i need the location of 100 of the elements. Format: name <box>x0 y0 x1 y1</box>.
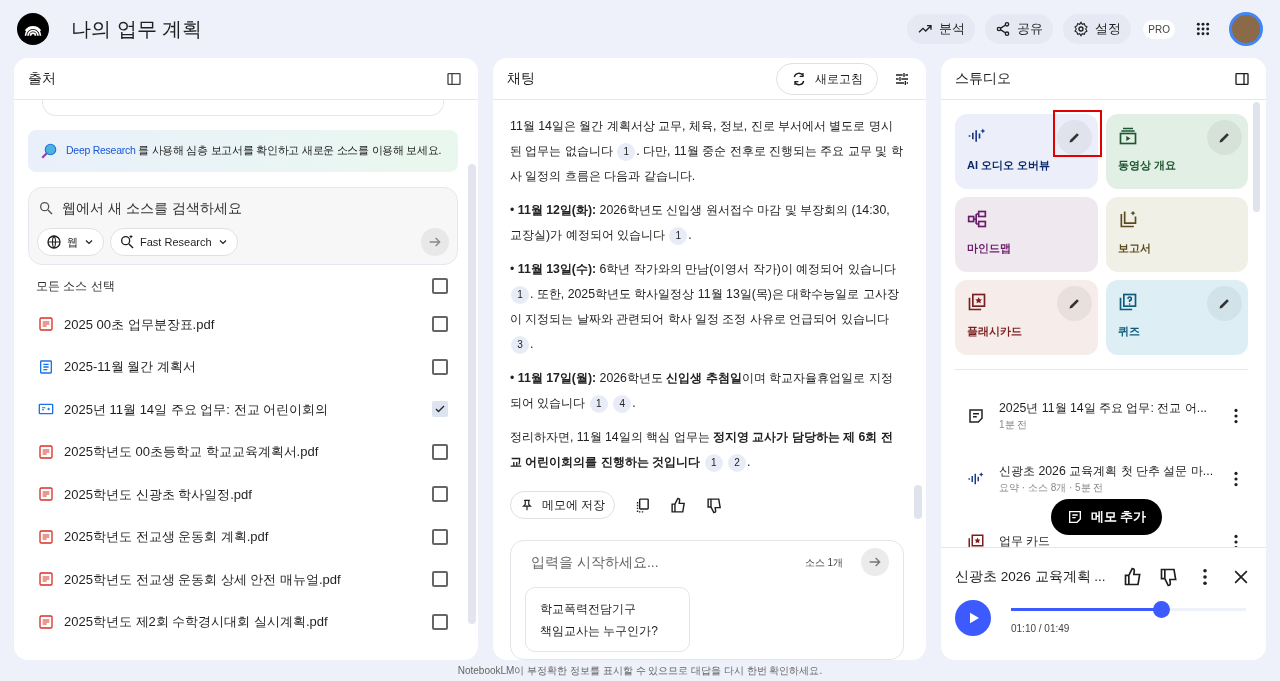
send-button[interactable] <box>861 548 889 576</box>
more-icon <box>1234 533 1238 547</box>
citation-chip[interactable]: 1 <box>617 142 636 161</box>
playback-time: 01:10 / 01:49 <box>1011 622 1071 636</box>
citation-chip[interactable]: 4 <box>613 394 632 413</box>
thumbs-down-button[interactable] <box>705 496 724 514</box>
response-paragraph: • 11월 13일(수): 6학년 작가와의 만남(이영서 작가)이 예정되어 있습니다 1 . 또한, 2025학년도 학사일정상 11월 13일(목)은 대학수능일로 고사장이 지정되는 날짜와 관련되어 학사 일정 조정 사유로 언급되어 있습니다 3 . <box>510 257 904 357</box>
studio-tile[interactable]: 보고서 <box>1105 197 1248 272</box>
source-item[interactable]: 2025학년도 00초등학교 학교교육계획서.pdf <box>28 430 458 473</box>
flashcard-icon <box>967 532 985 547</box>
research-mode-dropdown[interactable]: Fast Research <box>110 228 238 256</box>
edit-button[interactable] <box>1056 120 1092 155</box>
add-note-button[interactable]: 메모 추가 <box>1051 499 1163 535</box>
suggested-question[interactable]: 학교폭력전담기구 책임교사는 누구인가? <box>525 587 690 652</box>
response-paragraph: 11월 14일은 월간 계획서상 교무, 체육, 정보, 진로 부서에서 별도로 명시된 업무는 없습니다 1 . 다만, 11월 중순 전후로 진행되는 주요 교무 및 학사 일정의 흐름은 다음과 같습니다. <box>510 118 904 185</box>
web-search-field[interactable]: 웹에서 새 소스를 검색하세요 <box>62 197 448 219</box>
quiz-icon <box>1117 292 1138 312</box>
scrollbar-thumb[interactable] <box>1253 102 1260 212</box>
plan-badge: PRO <box>1143 19 1175 39</box>
select-all-label: 모든 소스 선택 <box>36 278 116 295</box>
note-icon <box>1067 509 1083 525</box>
source-item[interactable]: 2025학년도 신광초 학사일정.pdf <box>28 473 458 516</box>
more-icon <box>1203 568 1207 586</box>
globe-icon <box>46 234 62 250</box>
studio-tile[interactable]: 플래시카드 <box>955 280 1098 355</box>
response-paragraph: • 11월 17일(월): 2026학년도 신입생 추첨일이며 학교자율휴업일로 지정되어 있습니다 1 4 . <box>510 366 904 416</box>
thumbs-down-icon <box>1159 567 1179 587</box>
search-icon <box>38 200 54 216</box>
sidebar-icon <box>446 70 462 87</box>
studio-tile[interactable]: 퀴즈 <box>1105 280 1248 355</box>
source-item[interactable]: 2025학년도 제2회 수학경시대회 실시계획.pdf <box>28 600 458 643</box>
refresh-icon <box>791 70 807 87</box>
citation-chip[interactable]: 2 <box>728 453 747 472</box>
panel-title: 스튜디오 <box>955 69 1011 88</box>
pin-icon <box>520 498 534 512</box>
flashcard-icon <box>967 292 987 312</box>
edit-button[interactable] <box>1056 286 1092 321</box>
sparkle-search-icon <box>119 234 135 250</box>
checkbox[interactable] <box>432 571 448 588</box>
note-title[interactable]: 신광초 2026 교육계획 첫 단추 설문 마... <box>999 461 1214 481</box>
note-meta: 요약 · 소스 8개 · 5분 전 <box>999 481 1104 496</box>
checkbox[interactable] <box>432 358 448 375</box>
checkbox[interactable] <box>432 613 448 630</box>
edit-button[interactable] <box>1207 120 1242 155</box>
checkbox[interactable] <box>432 278 448 294</box>
scrollbar-thumb[interactable] <box>914 485 922 519</box>
banner-text: Deep Research 를 사용해 심층 보고서를 확인하고 새로운 소스를 이용해 보세요. <box>66 143 442 159</box>
pdf-file-icon <box>38 486 54 503</box>
disclaimer-text: NotebookLM이 부정확한 정보를 표시할 수 있으므로 대답을 다시 한번 확인하세요. <box>456 664 824 678</box>
thumbs-up-button[interactable] <box>669 496 688 514</box>
note-title[interactable]: 2025년 11월 14일 주요 업무: 전교 어... <box>999 398 1207 418</box>
video-icon <box>1117 126 1138 146</box>
play-button[interactable] <box>955 600 991 636</box>
chat-input-field[interactable]: 입력을 시작하세요... <box>525 548 805 576</box>
note-icon <box>967 406 985 425</box>
progress-track[interactable] <box>1011 601 1246 618</box>
pdf-file-icon <box>38 443 54 460</box>
source-count: 소스 1개 <box>804 555 843 570</box>
checkbox[interactable] <box>432 443 448 460</box>
citation-chip[interactable]: 1 <box>511 285 529 304</box>
share-icon <box>995 21 1012 37</box>
source-item[interactable]: 2025 00초 업무분장표.pdf <box>28 303 458 346</box>
citation-chip[interactable]: 3 <box>511 335 529 354</box>
more-icon <box>1234 407 1238 424</box>
edit-button[interactable] <box>1207 286 1242 321</box>
magnifier-icon <box>40 142 58 160</box>
citation-chip[interactable]: 1 <box>704 453 723 472</box>
pdf-file-icon <box>38 528 54 545</box>
thumbs-up-button[interactable] <box>1122 566 1144 588</box>
thumbs-down-icon <box>705 496 723 514</box>
scope-dropdown[interactable]: 웹 <box>37 228 104 256</box>
citation-chip[interactable]: 1 <box>589 394 608 413</box>
pdf-file-icon <box>38 316 54 333</box>
note-title[interactable]: 업무 카드 <box>999 532 1051 547</box>
checkbox[interactable] <box>432 486 448 503</box>
studio-tile[interactable]: 동영상 개요 <box>1105 114 1248 189</box>
player-title: 신광초 2026 교육계획 ... <box>955 567 1107 586</box>
studio-tile[interactable]: 마인드맵 <box>955 197 1098 272</box>
deep-research-link[interactable]: Deep Research <box>66 144 136 157</box>
scrollbar-thumb[interactable] <box>468 164 476 624</box>
panel-title: 채팅 <box>507 69 535 88</box>
share-button[interactable]: 공유 <box>985 14 1054 44</box>
checkbox[interactable] <box>432 316 448 333</box>
response-paragraph: 정리하자면, 11월 14일의 핵심 업무는 정지영 교사가 담당하는 제 6회 전교 어린이회의를 진행하는 것입니다 1 2 . <box>510 425 904 475</box>
app-logo-icon[interactable] <box>17 13 49 45</box>
avatar[interactable] <box>1229 12 1263 46</box>
source-item[interactable]: 2025학년도 전교생 운동회 계획.pdf <box>28 515 458 558</box>
checkbox[interactable] <box>432 528 448 545</box>
sidebar-icon <box>1234 70 1250 87</box>
source-item[interactable]: 2025-11월 월간 계획서 <box>28 345 458 388</box>
analytics-button[interactable]: 분석 <box>907 14 976 44</box>
settings-button[interactable]: 설정 <box>1063 14 1132 44</box>
notebook-title[interactable]: 나의 업무 계획 <box>71 14 203 44</box>
source-item[interactable]: 2025학년도 전교생 운동회 상세 안전 매뉴얼.pdf <box>28 558 458 601</box>
response-paragraph: • 11월 12일(화): 2026학년도 신입생 원서접수 마감 및 부장회의 (14:30, 교장실)가 예정되어 있습니다 1 . <box>510 198 904 248</box>
mind-map-icon <box>967 209 987 229</box>
citation-chip[interactable]: 1 <box>669 226 688 245</box>
panel-title: 출처 <box>28 69 56 88</box>
source-item[interactable]: 2025년 11월 14일 주요 업무: 전교 어린이회의 <box>28 388 458 431</box>
progress-thumb[interactable] <box>1153 601 1171 618</box>
